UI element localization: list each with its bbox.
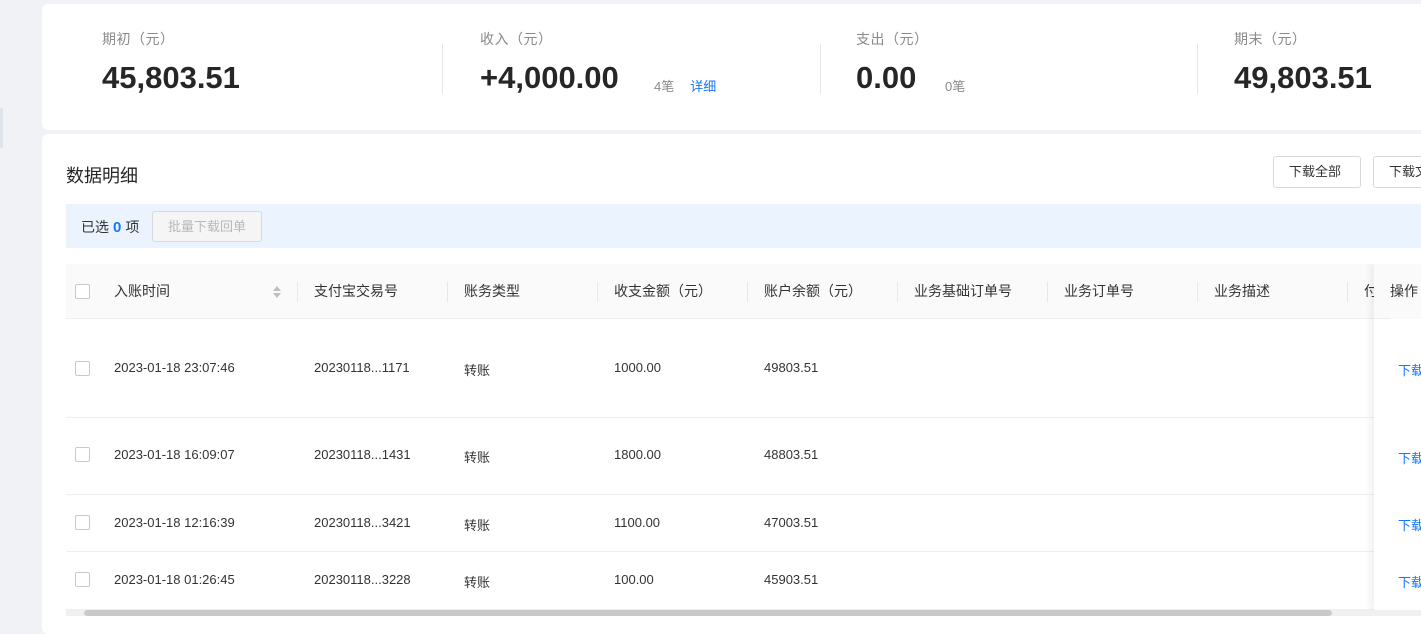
cell-time: 2023-01-18 12:16:39: [114, 515, 235, 530]
column-divider[interactable]: [597, 282, 598, 302]
stat-closing-value: 49,803.51: [1234, 60, 1372, 95]
row-checkbox[interactable]: [75, 515, 90, 530]
selection-prefix: 已选: [81, 219, 109, 235]
selection-text: 已选 0 项: [81, 217, 139, 237]
stat-opening-label: 期初（元）: [102, 31, 175, 47]
col-balance: 账户余额（元）: [764, 283, 862, 299]
stat-income-value: +4,000.00: [480, 60, 619, 95]
col-operation: 操作: [1390, 264, 1421, 319]
table-row: 2023-01-18 16:09:07 20230118...1431 转账 1…: [66, 418, 1421, 495]
column-divider[interactable]: [1197, 282, 1198, 302]
stat-closing: 期末（元） 49,803.51: [1234, 30, 1372, 100]
column-divider[interactable]: [747, 282, 748, 302]
download-file-button[interactable]: 下载文件: [1373, 156, 1421, 188]
cell-balance: 49803.51: [764, 360, 819, 375]
column-divider[interactable]: [297, 282, 298, 302]
stat-opening: 期初（元） 45,803.51: [102, 30, 240, 100]
cell-amount: 100.00: [614, 572, 654, 587]
table-row: 2023-01-18 01:26:45 20230118...3228 转账 1…: [66, 552, 1421, 610]
cell-trade-no: 20230118...3421: [314, 515, 411, 530]
batch-download-button[interactable]: 批量下载回单: [152, 211, 263, 242]
row-checkbox[interactable]: [75, 361, 90, 376]
divider: [1197, 44, 1198, 94]
cell-type: 转账: [464, 518, 491, 533]
col-type: 账务类型: [464, 283, 520, 299]
selection-count: 0: [113, 219, 122, 236]
cell-trade-no: 20230118...1171: [314, 360, 410, 375]
row-download-link[interactable]: 下载: [1398, 515, 1421, 534]
left-rail: [0, 0, 42, 615]
col-amount: 收支金额（元）: [614, 283, 712, 299]
row-download-link[interactable]: 下载: [1398, 572, 1421, 591]
col-description: 业务描述: [1214, 283, 1270, 299]
selection-suffix: 项: [125, 219, 140, 235]
cell-time: 2023-01-18 01:26:45: [114, 572, 235, 587]
row-checkbox[interactable]: [75, 572, 90, 587]
stat-expense-count: 0笔: [945, 79, 966, 94]
cell-trade-no: 20230118...3228: [314, 572, 411, 587]
table-row: 2023-01-18 23:07:46 20230118...1171 转账 1…: [66, 319, 1421, 418]
download-all-button[interactable]: 下载全部: [1273, 156, 1361, 188]
cell-time: 2023-01-18 16:09:07: [114, 447, 235, 462]
stat-income-extra: 4笔 详细: [654, 76, 716, 95]
table-row: 2023-01-18 12:16:39 20230118...3421 转账 1…: [66, 495, 1421, 552]
stat-expense-value: 0.00: [856, 60, 917, 95]
row-checkbox[interactable]: [75, 447, 90, 462]
summary-card: 期初（元） 45,803.51 收入（元） +4,000.00 4笔 详细 支出（…: [42, 4, 1421, 130]
rail-indicator: [0, 108, 3, 148]
stat-opening-value: 45,803.51: [102, 60, 240, 95]
section-title: 数据明细: [66, 166, 138, 186]
select-all-checkbox[interactable]: [75, 284, 90, 299]
column-divider[interactable]: [1047, 282, 1048, 302]
col-trade-no: 支付宝交易号: [314, 283, 398, 299]
col-order-no: 业务订单号: [1064, 283, 1134, 299]
cell-type: 转账: [464, 363, 491, 378]
column-divider[interactable]: [897, 282, 898, 302]
cell-trade-no: 20230118...1431: [314, 447, 411, 462]
income-detail-link[interactable]: 详细: [690, 79, 716, 94]
selection-bar: 已选 0 项 批量下载回单: [66, 204, 1421, 248]
stat-expense: 支出（元） 0.00 0笔: [856, 30, 965, 100]
col-base-order-no: 业务基础订单号: [914, 283, 1012, 299]
column-divider[interactable]: [447, 282, 448, 302]
cell-amount: 1800.00: [614, 447, 661, 462]
cell-time: 2023-01-18 23:07:46: [114, 360, 235, 375]
cell-balance: 48803.51: [764, 447, 819, 462]
cell-amount: 1000.00: [614, 360, 661, 375]
divider: [442, 44, 443, 94]
stat-income: 收入（元） +4,000.00 4笔 详细: [480, 30, 716, 100]
cell-type: 转账: [464, 450, 491, 465]
scrollbar-thumb[interactable]: [84, 610, 1332, 616]
col-time[interactable]: 入账时间: [114, 264, 214, 319]
stat-closing-label: 期末（元）: [1234, 31, 1307, 47]
divider: [820, 44, 821, 94]
stat-expense-label: 支出（元）: [856, 31, 929, 47]
row-download-link[interactable]: 下载: [1398, 448, 1421, 467]
cell-balance: 47003.51: [764, 515, 819, 530]
row-download-link[interactable]: 下载: [1398, 360, 1421, 379]
details-card: 数据明细 下载全部 下载文件 已选0项 批量下载回单 入账时间 支付宝交易号 账…: [42, 134, 1421, 634]
operation-column: 操作 下载 下载 下载 下载: [1374, 264, 1421, 610]
column-divider[interactable]: [1347, 282, 1348, 302]
cell-type: 转账: [464, 575, 491, 590]
stat-income-count: 4笔: [654, 79, 675, 94]
horizontal-scrollbar[interactable]: [66, 610, 1421, 616]
table-header: 入账时间 支付宝交易号 账务类型 收支金额（元） 账户余额（元） 业务基础订单号…: [66, 264, 1421, 319]
sort-icon[interactable]: [272, 285, 282, 299]
transactions-table: 入账时间 支付宝交易号 账务类型 收支金额（元） 账户余额（元） 业务基础订单号…: [66, 264, 1421, 610]
stat-income-label: 收入（元）: [480, 31, 553, 47]
cell-amount: 1100.00: [614, 515, 661, 530]
cell-balance: 45903.51: [764, 572, 819, 587]
